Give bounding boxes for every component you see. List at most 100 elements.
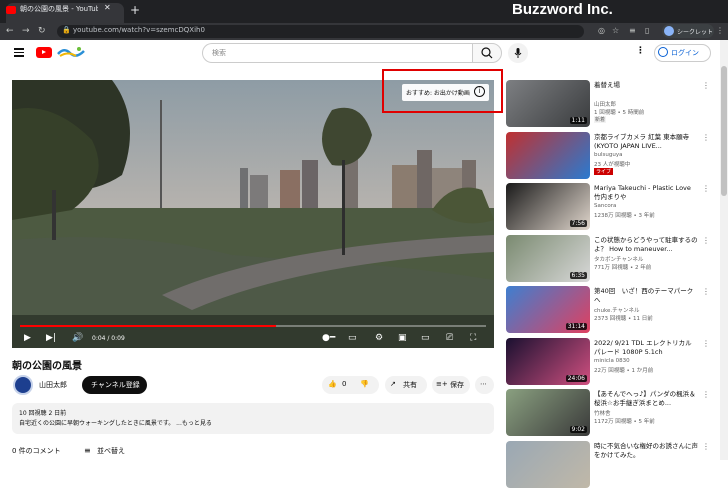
dislike-icon[interactable]: 👎: [360, 380, 369, 388]
video-thumbnail[interactable]: 7:56: [506, 183, 590, 230]
back-icon[interactable]: ←: [6, 25, 14, 37]
doodle-logo[interactable]: [56, 45, 86, 59]
related-channel-name[interactable]: タカボンチャンネル: [594, 255, 643, 263]
related-video-title[interactable]: 第40回 いざ！西のテーマパークへ: [594, 287, 698, 305]
media-icon[interactable]: ≡: [629, 26, 636, 35]
info-icon[interactable]: i: [474, 86, 485, 97]
sort-icon[interactable]: ≡: [84, 446, 91, 455]
related-more-icon[interactable]: ⋮: [702, 339, 710, 348]
new-tab-icon[interactable]: +: [130, 4, 140, 16]
close-tab-icon[interactable]: ✕: [104, 3, 111, 12]
subtitles-icon[interactable]: ▭: [348, 333, 357, 344]
time-display: 0:04 / 0:09: [92, 335, 125, 342]
view-meta: 10 回視聴 2 日前: [19, 410, 67, 417]
related-channel-name[interactable]: 山田太郎: [594, 100, 616, 108]
related-video-title[interactable]: 京都ライブカメラ 紅葉 東本願寺 (KYOTO JAPAN LIVE...: [594, 133, 698, 151]
related-more-icon[interactable]: ⋮: [702, 81, 710, 90]
related-channel-name[interactable]: bulsuguya: [594, 152, 622, 158]
microphone-icon: [514, 48, 522, 58]
related-video-meta: 1238万 回視聴 • 3 年前: [594, 213, 655, 219]
video-thumbnail[interactable]: 9:02: [506, 389, 590, 436]
url-text: youtube.com/watch?v=szemcDQXih0: [73, 26, 205, 34]
search-button[interactable]: [472, 43, 502, 63]
youtube-favicon-icon: [6, 6, 16, 14]
video-thumbnail[interactable]: [506, 132, 590, 179]
channel-name[interactable]: 山田太郎: [39, 380, 67, 390]
related-video-title[interactable]: この状態からどうやって駐車するのよ？ How to maneuver...: [594, 236, 698, 254]
more-icon: ⋯: [480, 380, 487, 388]
save-label: 保存: [450, 381, 464, 389]
miniplayer-icon[interactable]: ▣: [398, 333, 407, 344]
related-channel-name[interactable]: 竹林舎: [594, 409, 611, 417]
recommendation-label: おすすめ: お出かけ動画: [406, 90, 470, 97]
related-video-title[interactable]: 着替え場: [594, 81, 698, 90]
video-frame: [12, 80, 494, 348]
tab-title: 朝の公園の風景 - YouTube: [20, 5, 98, 13]
like-icon[interactable]: 👍: [328, 380, 337, 388]
cast-icon[interactable]: ⎚: [446, 333, 453, 344]
volume-icon[interactable]: 🔊: [72, 333, 83, 344]
video-thumbnail[interactable]: 1:11: [506, 80, 590, 127]
related-video-title[interactable]: Mariya Takeuchi - Plastic Love 竹内まりや: [594, 184, 698, 202]
related-more-icon[interactable]: ⋮: [702, 390, 710, 399]
related-video-title[interactable]: 2022/ 9/21 TDL エレクトリカルパレード 1080P 5.1ch: [594, 339, 698, 357]
scrollbar-thumb[interactable]: [721, 66, 727, 196]
menu-icon[interactable]: [14, 48, 24, 59]
next-icon[interactable]: ▶|: [46, 333, 56, 344]
video-thumbnail[interactable]: 6:35: [506, 235, 590, 282]
autoplay-toggle[interactable]: ●━: [322, 333, 335, 344]
related-video-title[interactable]: 時に不気合いな権好のお誘さんに声をかけてみた。: [594, 442, 698, 460]
theater-mode-icon[interactable]: ▭: [421, 333, 430, 344]
login-label: ログイン: [671, 49, 699, 57]
related-video-meta: 1 回視聴 • 5 時間前: [594, 110, 645, 116]
bookmark-star-icon[interactable]: ☆: [612, 26, 619, 35]
related-video-title[interactable]: 【あそんでへっ♪】パンダの楓浜＆桜浜☆お手継ぎ浜まとめ...: [594, 390, 698, 408]
channel-avatar[interactable]: [13, 375, 33, 395]
profile-label: シークレット: [677, 29, 714, 36]
video-title: 朝の公園の風景: [12, 361, 82, 372]
settings-kebab-icon[interactable]: ⋮: [636, 46, 645, 56]
search-input[interactable]: [202, 43, 472, 63]
related-video-meta: 2373 回視聴 • 11 日前: [594, 316, 653, 322]
play-icon[interactable]: ▶: [24, 333, 31, 344]
related-channel-name[interactable]: chuke.チャンネル: [594, 306, 639, 314]
video-duration: 1:11: [569, 117, 587, 124]
related-channel-name[interactable]: Sancora: [594, 203, 616, 209]
related-more-icon[interactable]: ⋮: [702, 184, 710, 193]
related-more-icon[interactable]: ⋮: [702, 442, 710, 451]
like-count: 0: [342, 380, 347, 388]
incognito-icon: [664, 26, 674, 36]
subscribe-label: チャンネル登録: [91, 381, 140, 389]
search-placeholder: 検索: [212, 49, 226, 57]
voice-search-button[interactable]: [508, 43, 528, 63]
account-icon: [658, 47, 668, 57]
related-channel-name[interactable]: minicla 0830: [594, 358, 630, 364]
related-video-meta: 771万 回視聴 • 2 年前: [594, 265, 652, 271]
sidepanel-icon[interactable]: ▯: [645, 26, 649, 35]
related-more-icon[interactable]: ⋮: [702, 133, 710, 142]
brand-watermark: Buzzword Inc.: [512, 1, 613, 18]
eye-off-icon[interactable]: ◎: [598, 26, 605, 35]
video-thumbnail[interactable]: 24:06: [506, 338, 590, 385]
video-player[interactable]: [12, 80, 494, 348]
video-duration: 9:02: [569, 426, 587, 433]
share-label: 共有: [403, 381, 417, 389]
video-duration: 6:35: [569, 272, 587, 279]
forward-icon[interactable]: →: [22, 25, 30, 37]
share-icon: ↗: [390, 380, 396, 388]
settings-icon[interactable]: ⚙: [375, 333, 383, 344]
video-thumbnail[interactable]: 31:14: [506, 286, 590, 333]
related-more-icon[interactable]: ⋮: [702, 287, 710, 296]
sort-label[interactable]: 並べ替え: [97, 446, 125, 456]
comment-count: 0 件のコメント: [12, 447, 61, 455]
related-more-icon[interactable]: ⋮: [702, 236, 710, 245]
reload-icon[interactable]: ↻: [38, 25, 46, 37]
fullscreen-icon[interactable]: ⛶: [470, 333, 476, 344]
description-text: 自宅近くの公園に早朝ウォーキングしたときに風景です。 ...もっと見る: [19, 420, 212, 427]
video-duration: 31:14: [565, 323, 587, 330]
browser-menu-icon[interactable]: ⋮: [716, 26, 724, 35]
video-thumbnail[interactable]: [506, 441, 590, 488]
save-icon: ≡+: [436, 380, 448, 388]
lock-icon: 🔒: [62, 26, 71, 34]
related-video-meta: 22万 回視聴 • 1 か月前: [594, 368, 654, 374]
